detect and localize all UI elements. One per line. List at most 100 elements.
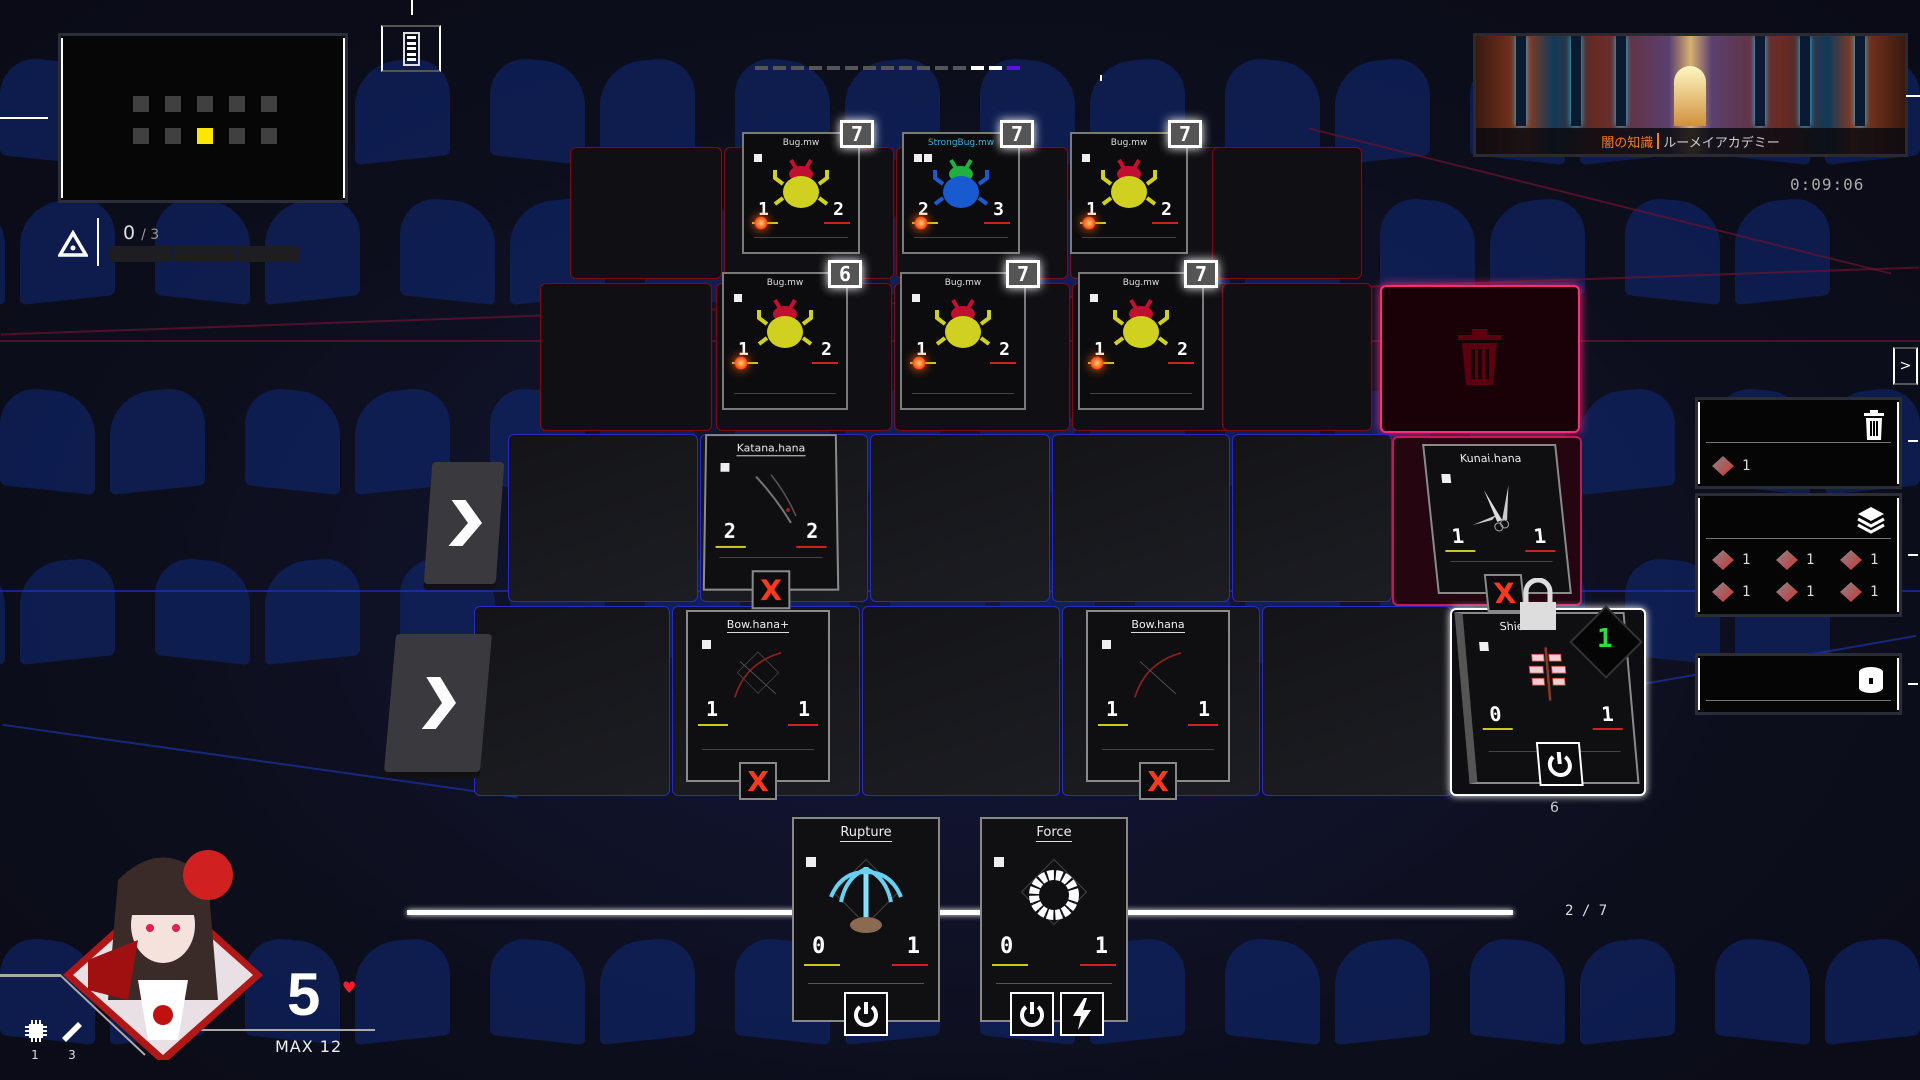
x-icon: X	[1492, 576, 1518, 610]
board-cell[interactable]	[1052, 434, 1230, 602]
discard-panel[interactable]: 1	[1695, 397, 1902, 489]
attack-glow	[912, 356, 926, 370]
attack-glow	[754, 216, 768, 230]
hand-card[interactable]: Force 0 1	[980, 817, 1128, 1036]
chevron-right-icon	[421, 677, 456, 729]
countdown-badge: 7	[1184, 260, 1218, 288]
rupture-icon	[829, 858, 903, 933]
trash-icon	[1864, 410, 1884, 440]
activate-card-button[interactable]	[1010, 992, 1054, 1036]
attack-glow	[1082, 216, 1096, 230]
rarity-pip	[1102, 640, 1111, 649]
board-cell[interactable]	[474, 606, 670, 796]
card-name: Bow.hana+	[726, 618, 790, 633]
enemy-card[interactable]: StrongBug.mw 2 3 7	[902, 120, 1034, 254]
rupture-item[interactable]: 1	[1840, 582, 1878, 602]
attack-glow	[914, 216, 928, 230]
rarity-pip	[734, 294, 742, 302]
rarity-pip	[1090, 294, 1098, 302]
board-cell[interactable]	[1232, 434, 1392, 602]
card-health: 1	[1600, 702, 1615, 726]
kunai-icon	[1712, 456, 1734, 476]
enemy-card[interactable]: Bug.mw 1 2 7	[900, 260, 1040, 410]
katana-item[interactable]: 1	[1712, 550, 1750, 570]
hand-card[interactable]: Rupture 0 1	[792, 817, 940, 1036]
special-ability-button[interactable]	[1060, 992, 1104, 1036]
board-cell[interactable]	[570, 147, 722, 279]
card-name: Rupture	[840, 825, 892, 842]
shield-item[interactable]: 1	[1840, 550, 1878, 570]
rarity-pip	[1082, 154, 1090, 162]
board-cell[interactable]	[1212, 147, 1362, 279]
card-attack: 1	[1106, 697, 1119, 721]
rarity-pip	[912, 294, 920, 302]
card-action-disabled-button[interactable]: X	[751, 570, 791, 610]
enemy-card[interactable]: Bug.mw 1 2 7	[742, 120, 874, 254]
activate-card-button[interactable]	[1535, 742, 1584, 786]
item-count: 1	[1742, 458, 1751, 474]
x-icon: X	[759, 572, 783, 607]
bow-icon	[734, 651, 782, 698]
item-count: 1	[1742, 552, 1751, 568]
x-icon: X	[1147, 764, 1169, 798]
card-name: Force	[1036, 825, 1072, 842]
player-card[interactable]: Katana.hana 2 2 X	[702, 434, 840, 610]
hand-page-count: 2 / 7	[1565, 903, 1608, 919]
enemy-card[interactable]: Bug.mw 1 2 6	[722, 260, 862, 410]
shield-icon	[1528, 647, 1567, 701]
enemy-card[interactable]: Bug.mw 1 2 7	[1070, 120, 1202, 254]
card-attack: 2	[723, 518, 736, 543]
player-card[interactable]: Kunai.hana 1 1 X	[1422, 444, 1572, 612]
triquetra-icon	[1776, 582, 1798, 602]
deck-panel[interactable]: 1 1 1 1 1 1	[1695, 493, 1902, 617]
rarity-pip	[994, 857, 1004, 867]
storage-panel[interactable]	[1695, 653, 1902, 715]
circuit-item[interactable]: 1	[1712, 582, 1750, 602]
board-cell[interactable]	[862, 606, 1060, 796]
card-attack: 1	[706, 697, 719, 721]
bug-icon	[757, 298, 813, 348]
player-max-health: MAX 12	[275, 1037, 343, 1056]
chip-icon	[25, 1020, 47, 1042]
x-icon: X	[747, 764, 769, 798]
card-name: Kunai.hana	[1459, 452, 1522, 465]
activate-card-button[interactable]	[844, 992, 888, 1036]
player-card[interactable]: Bow.hana+ 1 1 X	[686, 610, 830, 800]
kunai-item[interactable]: 1	[1712, 456, 1750, 476]
board-cell[interactable]	[508, 434, 698, 602]
enemy-card[interactable]: Bug.mw 1 2 7	[1078, 260, 1218, 410]
character-portrait	[58, 840, 268, 1065]
kunai-item[interactable]: 1	[1776, 550, 1814, 570]
rarity-pip	[720, 463, 730, 472]
hud-tick	[1908, 683, 1918, 685]
card-action-disabled-button[interactable]: X	[739, 762, 777, 800]
bug-icon	[1113, 298, 1169, 348]
card-name: Katana.hana	[736, 441, 806, 457]
discard-slot[interactable]	[1380, 285, 1580, 433]
katana-icon	[736, 469, 806, 528]
card-attack: 0	[812, 934, 826, 959]
card-action-disabled-button[interactable]: X	[1139, 762, 1177, 800]
board-cell[interactable]	[1262, 606, 1452, 796]
bug-icon	[1101, 158, 1157, 208]
kunai-icon	[1776, 550, 1798, 570]
board-cell[interactable]	[1222, 283, 1372, 431]
advance-row-3-button[interactable]	[423, 462, 505, 584]
rarity-pip	[806, 857, 816, 867]
enemy-health: 2	[821, 339, 832, 360]
attack-glow	[1090, 356, 1104, 370]
lock-count: 1	[1597, 624, 1613, 654]
trash-icon	[1458, 329, 1501, 385]
power-icon	[1547, 752, 1572, 777]
enemy-health: 2	[833, 199, 844, 220]
card-health: 1	[1532, 524, 1548, 548]
rarity-pip	[914, 154, 922, 162]
board-cell[interactable]	[540, 283, 712, 431]
player-card[interactable]: Bow.hana 1 1 X	[1086, 610, 1230, 800]
triquetra-item[interactable]: 1	[1776, 582, 1814, 602]
countdown-badge: 6	[828, 260, 862, 288]
hud-tick	[1908, 440, 1918, 442]
panel-toggle-button[interactable]: >	[1893, 347, 1918, 385]
advance-row-4-button[interactable]	[383, 634, 493, 772]
board-cell[interactable]	[870, 434, 1050, 602]
